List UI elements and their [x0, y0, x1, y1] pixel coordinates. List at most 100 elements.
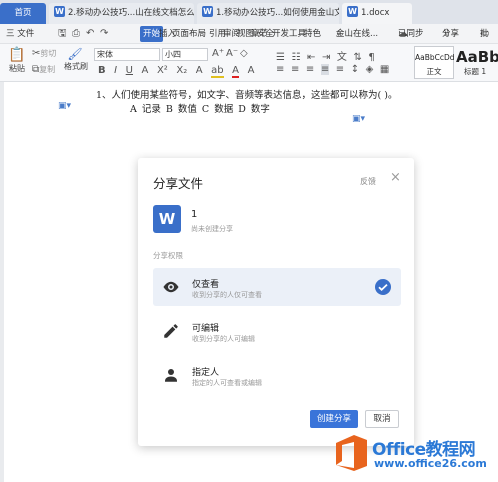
line-spacing-icon[interactable]: ↕ — [351, 64, 359, 75]
pencil-icon — [164, 324, 178, 338]
highlight-icon[interactable]: ab — [211, 65, 224, 78]
print-icon[interactable]: ⎙ — [72, 24, 80, 43]
option-view-only[interactable]: 仅查看 收到分享的人仅可查看 — [153, 268, 401, 306]
copy-button[interactable]: ⧉复制 — [32, 64, 55, 75]
format-painter-button[interactable]: 🖌 格式刷 — [64, 47, 88, 72]
italic-icon[interactable]: I — [114, 65, 117, 76]
menu-features[interactable]: 特色 — [304, 24, 321, 43]
share-label: 分享 — [442, 29, 460, 39]
underline-icon[interactable]: U — [126, 65, 133, 76]
word-file-icon: W — [153, 205, 181, 233]
border-icon[interactable]: ▦ — [380, 64, 389, 75]
font-name-value: 宋体 — [97, 50, 113, 59]
superscript-icon[interactable]: X² — [157, 65, 168, 76]
option-specified-people-subtitle: 指定的人可查看或编辑 — [192, 379, 262, 387]
style-heading-1[interactable]: AaBbA 标题 1 — [456, 46, 498, 79]
shrink-font-button[interactable]: A⁻ — [226, 48, 238, 59]
left-margin-strip — [0, 82, 4, 482]
option-editable-title: 可编辑 — [192, 324, 220, 334]
question-text: 1、人们使用某些符号，如文字、音频等表达信息，这些都可以称为( )。 — [96, 90, 398, 101]
file-share-status: 尚未创建分享 — [191, 225, 233, 233]
distribute-icon[interactable]: ≡ — [336, 64, 344, 75]
option-view-only-subtitle: 收到分享的人仅可查看 — [192, 291, 262, 299]
eraser-icon: ◇ — [240, 48, 248, 59]
paragraph-anchor-icon[interactable]: ▣▾ — [352, 114, 365, 124]
cut-button[interactable]: ✂剪切 — [32, 48, 56, 59]
tab-document-1[interactable]: W 2.移动办公技巧...山在线文档怎么用 — [49, 3, 194, 24]
font-size-value: 小四 — [165, 50, 181, 59]
format-painter-label: 格式刷 — [64, 62, 88, 71]
question-options: A 记录 B 数值 C 数据 D 数字 — [130, 104, 270, 115]
menu-page-layout[interactable]: 页面布局 — [172, 24, 206, 43]
font-grow-icon: A⁺ — [212, 48, 225, 59]
menu-file[interactable]: 三 文件 — [6, 24, 34, 43]
option-specified-people[interactable]: 指定人 指定的人可查看或编辑 — [153, 356, 401, 394]
char-shading-icon[interactable]: A — [248, 65, 255, 76]
dialog-title: 分享文件 — [153, 176, 204, 191]
clipboard-icon: 📋 — [8, 47, 26, 63]
redo-icon[interactable]: ↷ — [100, 24, 108, 43]
create-share-button[interactable]: 创建分享 — [310, 410, 358, 428]
option-editable[interactable]: 可编辑 收到分享的人可编辑 — [153, 312, 401, 350]
ribbon-toolbar: 📋 粘贴 ✂剪切 ⧉复制 🖌 格式刷 宋体 小四 A⁺ A⁻ ◇ B I U A… — [0, 44, 498, 82]
font-color-icon[interactable]: A — [232, 65, 240, 78]
wps-writer-window: 首页 W 2.移动办公技巧...山在线文档怎么用 W 1.移动办公技巧...如何使用… — [0, 0, 498, 482]
bullet-list-icon[interactable]: ☰ — [276, 52, 285, 63]
text-format-group: B I U A X² X₂ A ab A A — [98, 65, 254, 78]
word-doc-icon: W — [54, 6, 65, 17]
style-heading-label: 标题 1 — [464, 67, 487, 76]
bold-icon[interactable]: B — [98, 65, 106, 76]
grow-font-button[interactable]: A⁺ — [212, 48, 224, 59]
watermark: Office教程网 www.office26.com — [332, 432, 498, 482]
paste-button[interactable]: 📋 粘贴 — [6, 47, 28, 74]
style-heading-preview: AaBbA — [456, 48, 498, 66]
paragraph-group-bottom: ≡ ≡ ≡ ≡ ≡ ↕ ◈ ▦ — [276, 64, 389, 75]
clear-format-button[interactable]: ◇ — [240, 48, 248, 59]
tab-document-2[interactable]: W 1.移动办公技巧...如何使用金山文档 — [197, 3, 339, 24]
style-normal-preview: AaBbCcDd — [415, 53, 455, 62]
close-icon[interactable]: × — [390, 171, 401, 185]
show-marks-icon[interactable]: ¶ — [368, 52, 374, 63]
tab-home[interactable]: 首页 — [0, 3, 46, 24]
shading-icon[interactable]: ◈ — [366, 64, 374, 75]
comment-label: 批 — [480, 29, 489, 39]
eye-icon — [163, 281, 179, 293]
cancel-button[interactable]: 取消 — [365, 410, 399, 428]
font-shrink-icon: A⁻ — [226, 48, 239, 59]
align-left-icon[interactable]: ≡ — [276, 64, 284, 75]
tab-document-2-label: 1.移动办公技巧...如何使用金山文档 — [216, 8, 339, 18]
font-name-select[interactable]: 宋体 — [94, 48, 160, 61]
style-normal-label: 正文 — [426, 67, 442, 76]
chinese-layout-icon[interactable]: 文 — [337, 48, 347, 63]
strikethrough-icon[interactable]: A — [142, 65, 149, 76]
word-doc-icon: W — [347, 6, 358, 17]
decrease-indent-icon[interactable]: ⇤ — [307, 52, 315, 63]
font-size-select[interactable]: 小四 — [162, 48, 208, 61]
increase-indent-icon[interactable]: ⇥ — [322, 52, 330, 63]
justify-icon[interactable]: ≡ — [320, 64, 330, 75]
option-editable-subtitle: 收到分享的人可编辑 — [192, 335, 255, 343]
save-icon[interactable]: 🖫 — [58, 24, 67, 43]
brush-icon: 🖌 — [67, 47, 83, 61]
style-normal[interactable]: AaBbCcDd 正文 — [414, 46, 455, 79]
tab-document-active[interactable]: W 1.docx — [342, 3, 412, 24]
file-name: 1 — [191, 209, 198, 220]
subscript-icon[interactable]: X₂ — [176, 65, 187, 76]
undo-icon[interactable]: ↶ — [86, 24, 94, 43]
text-effect-icon[interactable]: A — [196, 65, 203, 76]
menu-developer[interactable]: 开发工具 — [272, 24, 306, 43]
copy-label: 复制 — [39, 65, 56, 74]
feedback-link[interactable]: 反馈 — [360, 176, 376, 187]
tab-bar: 首页 W 2.移动办公技巧...山在线文档怎么用 W 1.移动办公技巧...如何使用… — [0, 0, 498, 24]
watermark-url: www.office26.com — [374, 457, 487, 470]
numbered-list-icon[interactable]: ☷ — [292, 52, 301, 63]
search-label: 金山在线... — [336, 29, 379, 39]
align-right-icon[interactable]: ≡ — [306, 64, 314, 75]
paragraph-anchor-icon[interactable]: ▣▾ — [58, 101, 71, 111]
option-specified-people-title: 指定人 — [192, 368, 220, 378]
paste-label: 粘贴 — [9, 64, 25, 73]
sync-label: 已同步 — [398, 29, 424, 39]
sort-icon[interactable]: ⇅ — [353, 52, 361, 63]
align-center-icon[interactable]: ≡ — [291, 64, 299, 75]
office-logo-icon — [336, 435, 367, 471]
